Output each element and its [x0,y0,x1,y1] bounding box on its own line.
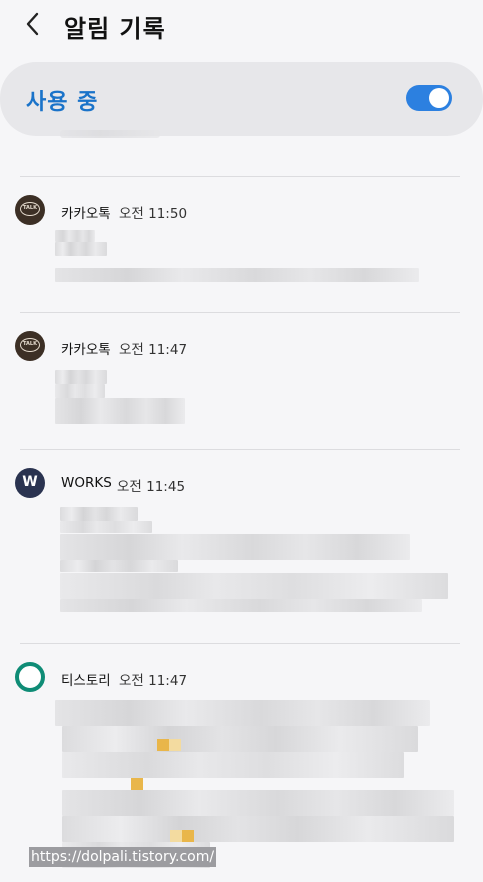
page-title: 알림 기록 [64,15,166,43]
blurred-text [62,790,454,816]
chevron-left-icon[interactable] [22,10,46,38]
notification-app-name: 카카오톡 [61,206,111,222]
blurred-text [62,726,418,752]
blurred-text [60,507,138,521]
blurred-emoji [131,778,143,790]
app-bar: 알림 기록 [0,0,483,52]
works-letter: W [22,474,38,490]
master-toggle-label: 사용 중 [26,90,99,115]
blurred-text [55,398,185,424]
blurred-text [55,268,419,282]
blurred-text [60,599,422,612]
blurred-emoji [182,830,194,842]
watermark-url: https://dolpali.tistory.com/ [29,847,217,867]
blurred-text [60,521,152,533]
blurred-text [60,534,410,560]
notification-time: 오전 11:47 [119,673,188,689]
blurred-text [60,130,160,138]
notification-time: 오전 11:45 [117,479,186,495]
blurred-text [55,384,105,398]
notification-app-name: 카카오톡 [61,342,111,358]
blurred-text [55,700,430,726]
blurred-emoji [169,739,181,751]
kakaotalk-icon: TALK [15,195,45,225]
tistory-icon [15,662,45,692]
blurred-text [55,370,107,384]
blurred-text [62,816,454,842]
divider [20,449,460,450]
blurred-text [60,573,448,599]
blurred-text [62,752,404,778]
talk-text: TALK [23,205,37,211]
talk-text: TALK [23,341,37,347]
notification-time: 오전 11:50 [119,206,188,222]
divider [20,176,460,177]
divider [20,312,460,313]
blurred-emoji [157,739,169,751]
notification-app-name: WORKS [61,475,112,491]
switch-knob [429,88,449,108]
kakaotalk-icon: TALK [15,331,45,361]
blurred-text [60,560,178,572]
notification-time: 오전 11:47 [119,342,188,358]
blurred-emoji [170,830,182,842]
divider [20,643,460,644]
blurred-text [55,230,95,242]
blurred-text [55,242,107,256]
works-icon: W [15,468,45,498]
master-toggle-switch[interactable] [406,85,452,111]
notification-app-name: 티스토리 [61,673,111,689]
